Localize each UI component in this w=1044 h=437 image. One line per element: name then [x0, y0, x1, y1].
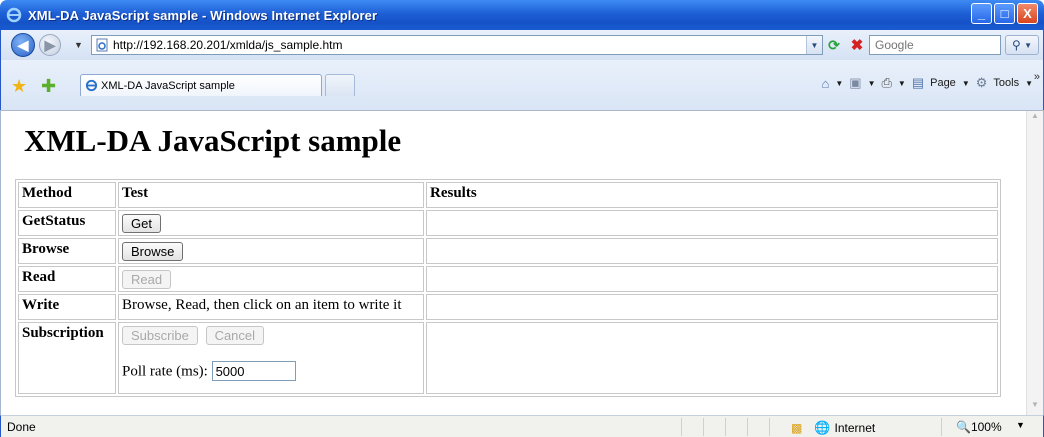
page-icon	[96, 38, 108, 52]
page-content: XML-DA JavaScript sample Method Test Res…	[0, 110, 1044, 415]
zoom-value: 100%	[970, 420, 1002, 434]
test-cell: Browse	[118, 238, 424, 264]
status-divider	[703, 418, 704, 436]
status-divider	[747, 418, 748, 436]
zoom-dropdown[interactable]: ▼	[1016, 420, 1025, 430]
table-row-write: Write Browse, Read, then click on an ite…	[18, 294, 998, 320]
tab-bar: ★ ✚ XML-DA JavaScript sample ⌂ ▼ ▣ ▼ ⎙ ▼…	[0, 60, 1044, 110]
status-bar: Done ▩ 🌐 Internet 🔍100% ▼	[0, 415, 1044, 437]
chevron-more-icon[interactable]: »	[1034, 71, 1040, 83]
security-zone[interactable]: ▩ 🌐 Internet	[791, 420, 875, 436]
arrow-left-icon: ◀	[17, 36, 29, 53]
page-menu-icon: ▤	[911, 75, 925, 90]
table-row-subscription: Subscription Subscribe Cancel Poll rate …	[18, 322, 998, 394]
status-text: Done	[7, 420, 36, 434]
results-cell-browse	[426, 238, 998, 264]
gear-icon: ⚙	[975, 75, 988, 90]
stop-icon: ✖	[850, 37, 864, 54]
favorites-star-icon[interactable]: ★	[11, 76, 27, 97]
tools-menu[interactable]: Tools	[993, 77, 1019, 89]
title-bar: XML-DA JavaScript sample - Windows Inter…	[0, 0, 1044, 30]
poll-rate-label: Poll rate (ms):	[122, 363, 208, 380]
refresh-button[interactable]: ⟳	[823, 35, 845, 55]
status-divider	[725, 418, 726, 436]
cancel-button: Cancel	[205, 326, 265, 345]
test-cell: Get	[118, 210, 424, 236]
get-button[interactable]: Get	[122, 214, 161, 233]
url-text[interactable]: http://192.168.20.201/xmlda/js_sample.ht…	[113, 38, 342, 52]
print-icon[interactable]: ⎙	[881, 75, 891, 91]
status-divider	[769, 418, 770, 436]
home-icon[interactable]: ⌂	[821, 76, 829, 91]
write-instruction: Browse, Read, then click on an item to w…	[118, 294, 424, 320]
table-row-browse: Browse Browse	[18, 238, 998, 264]
methods-table: Method Test Results GetStatus Get Browse…	[15, 179, 1001, 397]
search-button[interactable]: ⚲ ▼	[1005, 35, 1039, 55]
globe-icon: 🌐	[814, 420, 831, 435]
results-cell-write	[426, 294, 998, 320]
tab-label: XML-DA JavaScript sample	[101, 79, 235, 92]
new-tab-button[interactable]	[325, 74, 355, 96]
table-row-read: Read Read	[18, 266, 998, 292]
test-cell: Subscribe Cancel Poll rate (ms):	[118, 322, 424, 394]
search-icon: ⚲	[1011, 38, 1021, 52]
recent-pages-dropdown[interactable]: ▼	[74, 40, 83, 50]
results-cell-read	[426, 266, 998, 292]
page-icon	[85, 79, 98, 92]
zoom-level[interactable]: 🔍100%	[956, 420, 1002, 434]
page-heading: XML-DA JavaScript sample	[24, 123, 402, 158]
feeds-icon[interactable]: ▣	[849, 75, 861, 91]
command-bar: ⌂ ▼ ▣ ▼ ⎙ ▼ ▤ Page ▼ ⚙ Tools ▼	[821, 75, 1033, 91]
method-label: Browse	[18, 238, 116, 264]
table-row-getstatus: GetStatus Get	[18, 210, 998, 236]
method-label: GetStatus	[18, 210, 116, 236]
address-dropdown-button[interactable]: ▼	[806, 36, 822, 54]
tools-menu-caret: ▼	[1025, 78, 1033, 88]
poll-rate-row: Poll rate (ms):	[122, 361, 420, 381]
column-header-test: Test	[118, 182, 424, 208]
scroll-up-arrow[interactable]: ▲	[1027, 111, 1043, 127]
forward-button[interactable]: ▶	[39, 34, 61, 56]
protected-mode-icon: ▩	[791, 421, 803, 435]
browse-button[interactable]: Browse	[122, 242, 184, 261]
window-controls: _ □ X	[971, 3, 1038, 24]
search-input[interactable]	[869, 35, 1001, 55]
zone-label: Internet	[834, 421, 876, 435]
subscribe-button: Subscribe	[122, 326, 198, 345]
column-header-results: Results	[426, 182, 998, 208]
arrow-right-icon: ▶	[44, 36, 56, 53]
refresh-icon: ⟳	[828, 36, 840, 53]
home-dropdown[interactable]: ▼	[835, 79, 843, 88]
ie-logo-icon	[6, 7, 22, 23]
results-cell-getstatus	[426, 210, 998, 236]
method-label: Read	[18, 266, 116, 292]
stop-button[interactable]: ✖	[847, 35, 867, 55]
address-bar[interactable]: http://192.168.20.201/xmlda/js_sample.ht…	[91, 35, 823, 55]
method-label: Write	[18, 294, 116, 320]
table-header-row: Method Test Results	[18, 182, 998, 208]
poll-rate-input[interactable]	[211, 361, 296, 381]
vertical-scrollbar[interactable]: ▲ ▼	[1026, 111, 1043, 415]
page-menu-caret: ▼	[961, 78, 970, 88]
window-title: XML-DA JavaScript sample - Windows Inter…	[28, 7, 378, 23]
page-menu[interactable]: Page	[930, 77, 956, 89]
feeds-dropdown[interactable]: ▼	[868, 79, 876, 88]
minimize-button[interactable]: _	[971, 3, 992, 24]
status-divider	[941, 418, 942, 436]
status-divider	[681, 418, 682, 436]
read-button: Read	[122, 270, 172, 289]
print-dropdown[interactable]: ▼	[898, 79, 906, 88]
maximize-button[interactable]: □	[994, 3, 1015, 24]
back-button[interactable]: ◀	[11, 33, 35, 57]
tab-xmlda-sample[interactable]: XML-DA JavaScript sample	[80, 74, 322, 96]
address-toolbar: ◀ ▶ ▼ http://192.168.20.201/xmlda/js_sam…	[0, 30, 1044, 60]
close-button[interactable]: X	[1017, 3, 1038, 24]
scroll-down-arrow[interactable]: ▼	[1027, 400, 1043, 415]
test-cell: Read	[118, 266, 424, 292]
add-favorites-icon[interactable]: ✚	[41, 76, 56, 97]
method-label: Subscription	[18, 322, 116, 394]
column-header-method: Method	[18, 182, 116, 208]
results-cell-subscription	[426, 322, 998, 394]
